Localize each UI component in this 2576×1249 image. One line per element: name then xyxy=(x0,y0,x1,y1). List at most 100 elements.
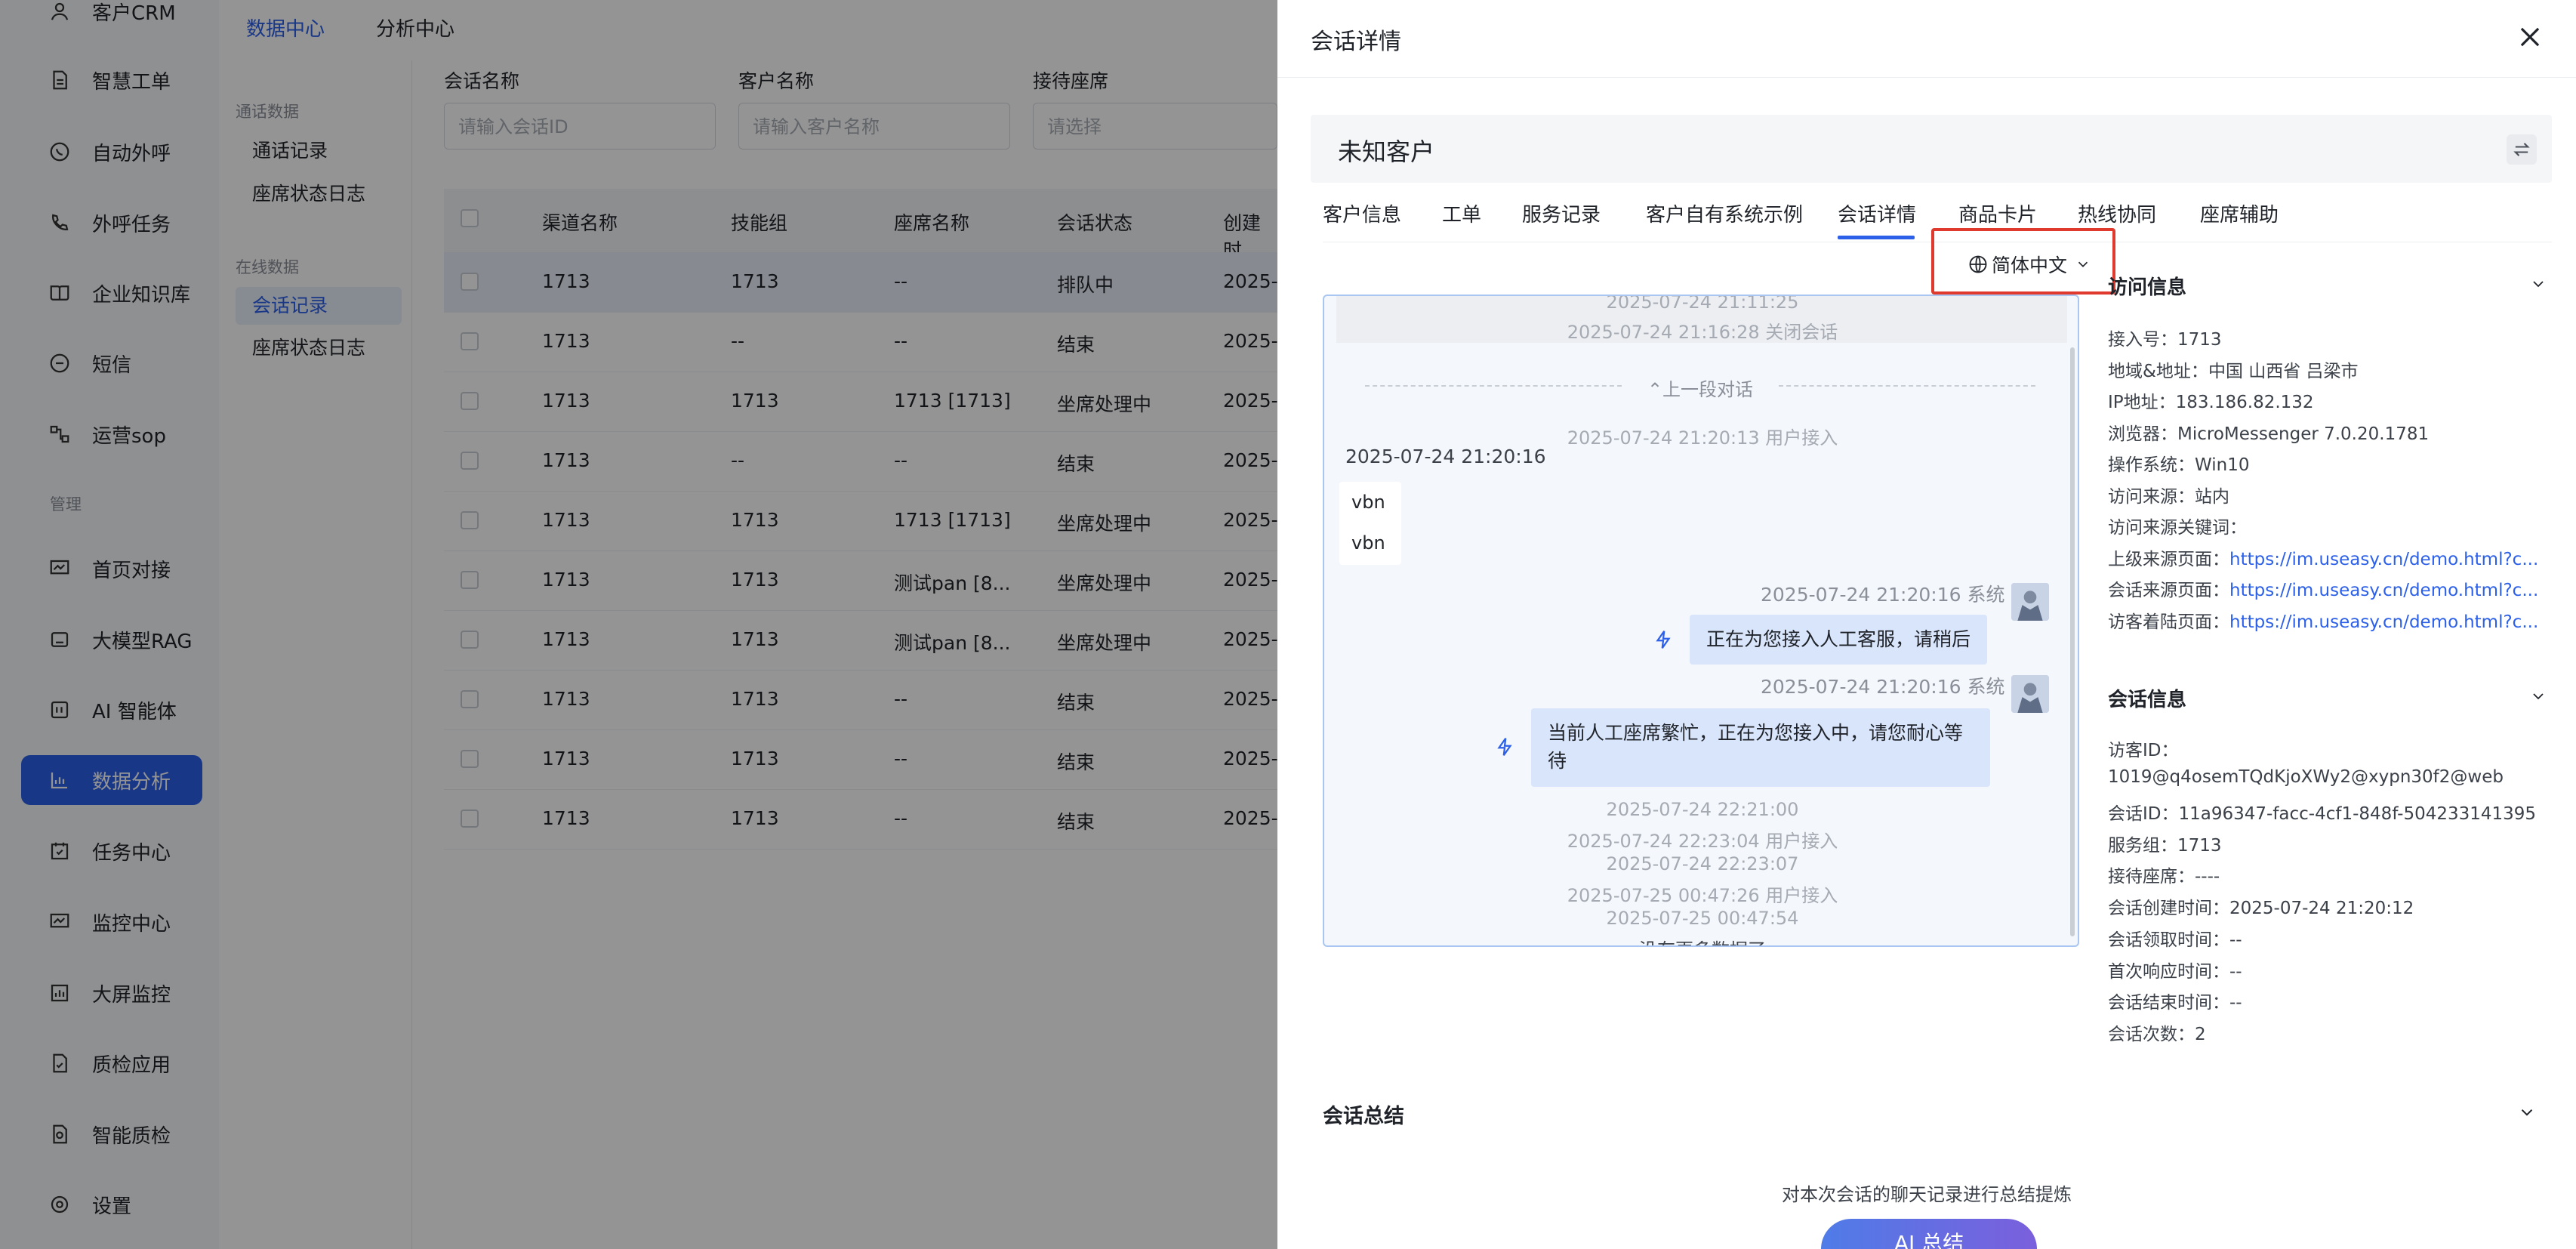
tab-own-system[interactable]: 客户自有系统示例 xyxy=(1646,199,1803,227)
chevron-down-icon[interactable] xyxy=(2517,1103,2537,1122)
ai-summary-button[interactable]: AI 总结 xyxy=(1821,1219,2037,1249)
background-app: 客户CRM 智慧工单 自动外呼 外呼任务 企业知识库 短信 运营sop 管理 首… xyxy=(0,0,1277,1249)
info-key: 首次响应时间： xyxy=(2108,961,2229,982)
info-value: -- xyxy=(2229,993,2242,1013)
info-key: 上级来源页面： xyxy=(2108,549,2229,569)
tab-ticket[interactable]: 工单 xyxy=(1442,199,1481,227)
double-up-icon: ⌃ xyxy=(1647,379,1663,400)
chat-transcript[interactable]: 2025-07-24 21:11:25 2025-07-24 21:16:28 … xyxy=(1323,295,2079,947)
previous-conversation-link[interactable]: ⌃上一段对话 xyxy=(1365,375,2035,400)
no-more-data: 没有更多数据了 xyxy=(1324,935,2078,945)
info-key: 服务组： xyxy=(2108,835,2177,856)
visit-info-title: 访问信息 xyxy=(2108,276,2187,299)
customer-name: 未知客户 xyxy=(1338,137,1435,166)
visit-info-row: 地域&地址：中国 山西省 吕梁市 xyxy=(2108,356,2359,382)
summary-title: 会话总结 xyxy=(1323,1105,1404,1128)
info-value: 183.186.82.132 xyxy=(2175,393,2314,412)
info-link[interactable]: https://im.useasy.cn/demo.html?c... xyxy=(2229,612,2538,632)
chevron-down-icon[interactable] xyxy=(2529,275,2547,293)
session-info-row: 会话次数：2 xyxy=(2108,1019,2206,1045)
info-value: 1713 xyxy=(2177,330,2222,350)
info-key: 会话ID： xyxy=(2108,804,2179,824)
globe-icon xyxy=(1967,254,1989,275)
info-value: Win10 xyxy=(2195,455,2250,475)
info-key: 操作系统： xyxy=(2108,455,2195,475)
tab-product-card[interactable]: 商品卡片 xyxy=(1958,199,2037,227)
info-key: 会话次数： xyxy=(2108,1024,2195,1044)
info-key: 浏览器： xyxy=(2108,424,2177,444)
visit-info-row: 接入号：1713 xyxy=(2108,325,2222,350)
chat-timestamp: 2025-07-25 00:47:54 xyxy=(1606,908,1799,929)
visitor-id-label: 访客ID： xyxy=(2108,741,2179,760)
chevron-down-icon[interactable] xyxy=(2529,687,2547,705)
ai-summary-label: AI 总结 xyxy=(1893,1231,1964,1249)
visit-info-row: 访问来源：站内 xyxy=(2108,482,2229,507)
close-icon[interactable] xyxy=(2516,23,2544,51)
chat-event: 2025-07-24 22:23:04 用户接入 xyxy=(1567,831,1838,852)
system-message-meta: 2025-07-24 21:20:16 系统 xyxy=(1761,584,2005,606)
visit-info-row: 会话来源页面：https://im.useasy.cn/demo.html?c.… xyxy=(2108,575,2538,601)
chat-timestamp: 2025-07-24 22:21:00 xyxy=(1606,799,1799,820)
prev-label: ⌃上一段对话 xyxy=(1365,375,2035,401)
user-message: vbn xyxy=(1351,492,1385,513)
translate-icon[interactable] xyxy=(1493,736,1516,758)
tab-customer-info[interactable]: 客户信息 xyxy=(1323,199,1401,227)
info-value: 2025-07-24 21:20:12 xyxy=(2229,899,2414,919)
system-message: 正在为您接入人工客服，请稍后 xyxy=(1690,615,1988,665)
language-select[interactable]: 简体中文 xyxy=(1967,251,2091,278)
info-key: 访问来源关键词： xyxy=(2108,518,2247,538)
summary-hint: 对本次会话的聊天记录进行总结提炼 xyxy=(1782,1184,2072,1205)
info-value: ---- xyxy=(2195,867,2220,887)
user-message-group: vbn vbn xyxy=(1339,482,1401,565)
chevron-down-icon xyxy=(2075,256,2091,273)
info-value: 2 xyxy=(2195,1024,2206,1044)
modal-overlay[interactable] xyxy=(0,0,1277,1249)
session-info-title: 会话信息 xyxy=(2108,689,2187,711)
visit-info-row: 操作系统：Win10 xyxy=(2108,450,2249,476)
tab-hotline[interactable]: 热线协同 xyxy=(2078,199,2156,227)
chat-scrollbar[interactable] xyxy=(2070,347,2075,936)
system-message: 当前人工座席繁忙，正在为您接入中，请您耐心等待 xyxy=(1531,708,1990,787)
chat-timestamp: 2025-07-24 21:11:25 xyxy=(1606,295,1799,313)
info-value: -- xyxy=(2229,961,2242,982)
tab-service-records[interactable]: 服务记录 xyxy=(1522,199,1601,227)
chat-timestamp: 2025-07-24 21:16:28 关闭会话 xyxy=(1567,322,1838,343)
user-message: vbn xyxy=(1351,532,1385,554)
info-key: 接入号： xyxy=(2108,330,2177,350)
tab-session-detail[interactable]: 会话详情 xyxy=(1838,199,1916,227)
agent-avatar xyxy=(2011,675,2049,713)
info-key: 访客着陆页面： xyxy=(2108,612,2229,632)
customer-bar: 未知客户 xyxy=(1311,115,2552,183)
tab-agent-assist[interactable]: 座席辅助 xyxy=(2200,199,2279,227)
info-link[interactable]: https://im.useasy.cn/demo.html?c... xyxy=(2229,581,2538,600)
prev-label-text: 上一段对话 xyxy=(1662,379,1754,400)
info-value: 11a96347-facc-4cf1-848f-504233141395 xyxy=(2178,804,2537,824)
session-info-row: 会话ID：11a96347-facc-4cf1-848f-50423314139… xyxy=(2108,799,2536,825)
info-key: 会话结束时间： xyxy=(2108,993,2229,1013)
info-link[interactable]: https://im.useasy.cn/demo.html?c... xyxy=(2229,550,2538,569)
session-info-row: 会话结束时间：-- xyxy=(2108,988,2242,1013)
info-value: 中国 山西省 吕梁市 xyxy=(2208,361,2359,381)
session-detail-drawer: 会话详情 未知客户 客户信息 工单 服务记录 客户自有系统示例 会话详情 商品卡… xyxy=(1277,0,2576,1249)
info-key: 访问来源： xyxy=(2108,486,2195,507)
session-info-row: 接待座席：---- xyxy=(2108,862,2220,887)
active-tab-indicator xyxy=(1838,236,1915,239)
info-key: 会话领取时间： xyxy=(2108,930,2229,950)
visit-info-row: IP地址：183.186.82.132 xyxy=(2108,387,2314,413)
info-key: 会话来源页面： xyxy=(2108,581,2229,600)
system-message-meta: 2025-07-24 21:20:16 系统 xyxy=(1761,676,2005,698)
session-info-row: 首次响应时间：-- xyxy=(2108,957,2242,982)
translate-icon[interactable] xyxy=(1652,628,1675,651)
visitor-id-value: 1019@q4osemTQdKjoXWy2@xypn30f2@web xyxy=(2108,767,2504,787)
session-info-row: 会话创建时间：2025-07-24 21:20:12 xyxy=(2108,893,2414,919)
visit-info-row: 访问来源关键词： xyxy=(2108,513,2247,538)
info-key: 会话创建时间： xyxy=(2108,899,2229,919)
info-key: IP地址： xyxy=(2108,393,2176,412)
info-value: 1713 xyxy=(2177,835,2222,856)
swap-icon[interactable] xyxy=(2507,134,2537,165)
info-value: 站内 xyxy=(2195,486,2229,507)
info-key: 地域&地址： xyxy=(2108,361,2208,381)
info-value: MicroMessenger 7.0.20.1781 xyxy=(2177,424,2430,444)
info-value: -- xyxy=(2229,930,2242,950)
visit-info-row: 浏览器：MicroMessenger 7.0.20.1781 xyxy=(2108,419,2429,445)
